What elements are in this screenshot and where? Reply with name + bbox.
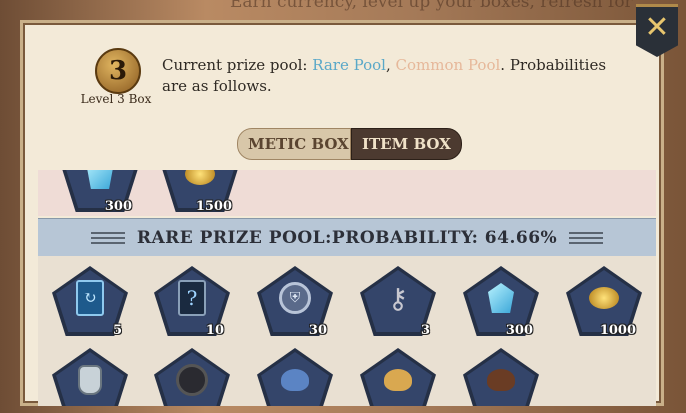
rare-pool-grid [38, 256, 656, 406]
blue-card-icon: ↻ [70, 278, 110, 318]
list-item[interactable] [154, 348, 230, 406]
list-item[interactable]: 300 [463, 266, 539, 338]
header-decoration [569, 237, 604, 239]
key-icon: ⚷ [387, 281, 409, 315]
rare-pool-link: Rare Pool [312, 56, 386, 74]
rare-pool-title: RARE PRIZE POOL:PROBABILITY: 64.66% [136, 228, 558, 248]
level-label: Level 3 Box [80, 92, 152, 106]
item-quantity: 1000 [599, 323, 636, 338]
box-tabs: METIC BOX ITEM BOX [237, 128, 462, 160]
header-decoration [90, 237, 125, 239]
list-item[interactable]: ⛨ 30 [257, 266, 333, 338]
list-item[interactable]: ⚷ 3 [360, 266, 436, 338]
tab-cosmetic-box[interactable]: METIC BOX [237, 128, 351, 160]
level-number: 3 [108, 56, 128, 86]
rare-pool-header: RARE PRIZE POOL:PROBABILITY: 64.66% [38, 218, 656, 258]
list-item[interactable] [463, 348, 539, 406]
pool-prefix: Current prize pool: [162, 56, 313, 74]
common-pool-link: Common Pool [395, 56, 501, 74]
item-quantity: 300 [104, 199, 132, 214]
list-item: 300 [62, 170, 138, 214]
item-quantity: 1500 [195, 199, 232, 214]
pool-separator: , [385, 56, 396, 74]
list-item[interactable] [52, 348, 128, 406]
probability-list[interactable]: 300 1500 RARE PRIZE POOL:PROBABILITY: 64… [38, 170, 656, 406]
item-quantity: 300 [505, 323, 533, 338]
pool-description: Current prize pool: Rare Pool, Common Po… [162, 55, 632, 97]
item-quantity: 30 [308, 323, 327, 338]
gem-icon [80, 170, 120, 194]
dark-token-icon [172, 360, 212, 400]
coin-icon [584, 278, 624, 318]
mystery-card-icon: ? [172, 278, 212, 318]
bottle-icon [70, 360, 110, 400]
gold-shell-icon [378, 360, 418, 400]
item-quantity: 3 [420, 323, 430, 338]
item-quantity: 5 [112, 323, 122, 338]
list-item[interactable]: ? 10 [154, 266, 230, 338]
brown-shell-icon [481, 360, 521, 400]
tab-item-box[interactable]: ITEM BOX [351, 128, 462, 160]
list-item[interactable] [360, 348, 436, 406]
item-quantity: 10 [205, 323, 224, 338]
list-item[interactable] [257, 348, 333, 406]
gem-icon [481, 278, 521, 318]
level-badge-icon: 3 [95, 48, 141, 94]
close-x-icon: ✕ [644, 10, 670, 45]
shield-token-icon: ⛨ [275, 278, 315, 318]
coin-icon [180, 170, 220, 194]
backdrop-text: Earn currency, level up your boxes, refr… [230, 0, 633, 12]
blue-shell-icon [275, 360, 315, 400]
list-item[interactable]: ↻ 5 [52, 266, 128, 338]
list-item: 1500 [162, 170, 238, 214]
list-item[interactable]: 1000 [566, 266, 642, 338]
